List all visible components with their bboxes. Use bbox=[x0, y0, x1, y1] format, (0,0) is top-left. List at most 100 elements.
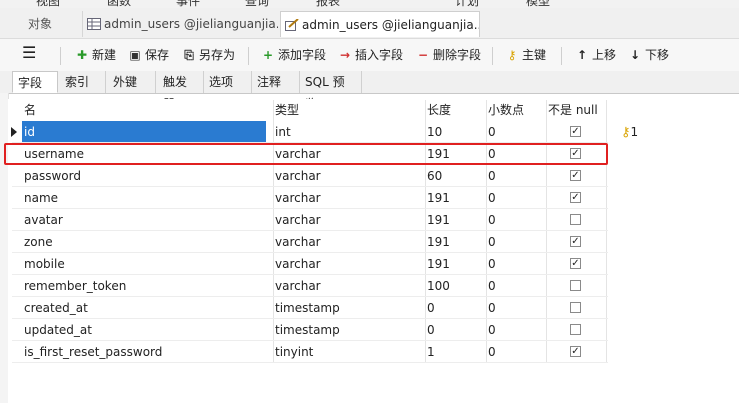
not-null-checkbox[interactable]: ✓ bbox=[570, 192, 581, 203]
menu-functions[interactable]: 函数 bbox=[107, 0, 131, 8]
field-length-cell[interactable]: 1 bbox=[427, 341, 435, 363]
field-length-cell[interactable]: 0 bbox=[427, 319, 435, 341]
table-row[interactable]: avatar varchar 191 0 bbox=[12, 209, 608, 231]
not-null-checkbox[interactable] bbox=[570, 280, 581, 291]
move-down-button[interactable]: ↓ 下移 bbox=[627, 46, 669, 64]
field-decimal-cell[interactable]: 0 bbox=[488, 275, 496, 297]
move-up-button[interactable]: ↑ 上移 bbox=[574, 46, 616, 64]
field-name-cell[interactable]: created_at bbox=[24, 297, 88, 319]
table-row[interactable]: password varchar 60 0 ✓ bbox=[12, 165, 608, 187]
save-as-icon: ⎘ bbox=[184, 48, 194, 62]
field-decimal-cell[interactable]: 0 bbox=[488, 341, 496, 363]
new-button[interactable]: ✚ 新建 bbox=[74, 46, 116, 64]
table-row[interactable]: mobile varchar 191 0 ✓ bbox=[12, 253, 608, 275]
not-null-checkbox[interactable] bbox=[570, 324, 581, 335]
field-decimal-cell[interactable]: 0 bbox=[488, 187, 496, 209]
tab-objects[interactable]: 对象 bbox=[0, 11, 80, 37]
save-button[interactable]: ▣ 保存 bbox=[127, 46, 169, 64]
table-row[interactable]: name varchar 191 0 ✓ bbox=[12, 187, 608, 209]
field-name-cell[interactable]: id bbox=[22, 121, 266, 143]
plus-icon: ✚ bbox=[76, 48, 88, 62]
table-row[interactable]: created_at timestamp 0 0 bbox=[12, 297, 608, 319]
field-type-cell[interactable]: varchar bbox=[275, 253, 321, 275]
column-header-type[interactable]: 类型 bbox=[275, 100, 299, 121]
field-type-cell[interactable]: varchar bbox=[275, 209, 321, 231]
table-row[interactable]: is_first_reset_password tinyint 1 0 ✓ bbox=[12, 341, 608, 363]
table-row[interactable]: id int 10 0 ✓ bbox=[12, 121, 608, 143]
field-name-cell[interactable]: updated_at bbox=[24, 319, 92, 341]
field-length-cell[interactable]: 60 bbox=[427, 165, 442, 187]
primary-key-button[interactable]: ⚷ 主键 bbox=[504, 46, 546, 64]
menu-queries[interactable]: 查询 bbox=[245, 0, 269, 8]
field-type-cell[interactable]: varchar bbox=[275, 187, 321, 209]
not-null-checkbox[interactable] bbox=[570, 214, 581, 225]
field-decimal-cell[interactable]: 0 bbox=[488, 231, 496, 253]
field-type-cell[interactable]: tinyint bbox=[275, 341, 313, 363]
field-name-cell[interactable]: mobile bbox=[24, 253, 65, 275]
field-name-cell[interactable]: name bbox=[24, 187, 58, 209]
tab-sql-preview[interactable]: SQL 预览 bbox=[300, 71, 362, 111]
field-name-cell[interactable]: password bbox=[24, 165, 81, 187]
field-length-cell[interactable]: 10 bbox=[427, 121, 442, 143]
field-name-cell[interactable]: remember_token bbox=[24, 275, 126, 297]
key-icon: ⚷ bbox=[621, 125, 631, 140]
add-field-button[interactable]: + 添加字段 bbox=[260, 46, 326, 64]
field-decimal-cell[interactable]: 0 bbox=[488, 253, 496, 275]
column-header-not-null[interactable]: 不是 null bbox=[548, 100, 598, 121]
field-length-cell[interactable]: 191 bbox=[427, 209, 450, 231]
toolbar-separator bbox=[60, 47, 61, 65]
delete-field-button[interactable]: − 删除字段 bbox=[415, 46, 481, 64]
field-decimal-cell[interactable]: 0 bbox=[488, 209, 496, 231]
arrow-down-icon: ↓ bbox=[629, 48, 641, 62]
field-decimal-cell[interactable]: 0 bbox=[488, 319, 496, 341]
field-length-cell[interactable]: 191 bbox=[427, 187, 450, 209]
tab-table-design[interactable]: admin_users @jielianguanjia... bbox=[280, 11, 480, 37]
menu-reports[interactable]: 报表 bbox=[316, 0, 340, 8]
column-header-length[interactable]: 长度 bbox=[427, 100, 451, 121]
field-type-cell[interactable]: int bbox=[275, 121, 291, 143]
not-null-checkbox[interactable]: ✓ bbox=[570, 346, 581, 357]
toolbar-separator bbox=[492, 47, 493, 65]
not-null-checkbox[interactable] bbox=[570, 302, 581, 313]
field-decimal-cell[interactable]: 0 bbox=[488, 297, 496, 319]
field-length-cell[interactable]: 0 bbox=[427, 297, 435, 319]
tab-options[interactable]: 选项 bbox=[204, 71, 252, 93]
tab-fields[interactable]: 字段 bbox=[12, 71, 58, 93]
tab-comments[interactable]: 注释 bbox=[252, 71, 300, 93]
tab-triggers[interactable]: 触发器 bbox=[158, 71, 204, 111]
field-type-cell[interactable]: varchar bbox=[275, 275, 321, 297]
primary-key-label: 主键 bbox=[522, 48, 547, 62]
field-length-cell[interactable]: 100 bbox=[427, 275, 450, 297]
tab-table-data[interactable]: admin_users @jielianguanjia... bbox=[82, 11, 278, 37]
tab-indexes[interactable]: 索引 bbox=[60, 71, 106, 93]
grid-header: 名 类型 长度 小数点 不是 null bbox=[12, 100, 608, 121]
field-name-cell[interactable]: avatar bbox=[24, 209, 63, 231]
table-row[interactable]: updated_at timestamp 0 0 bbox=[12, 319, 608, 341]
column-header-name[interactable]: 名 bbox=[24, 100, 36, 121]
field-type-cell[interactable]: timestamp bbox=[275, 297, 340, 319]
menu-events[interactable]: 事件 bbox=[176, 0, 200, 8]
field-decimal-cell[interactable]: 0 bbox=[488, 121, 496, 143]
tab-foreign-keys[interactable]: 外键 bbox=[108, 71, 156, 93]
not-null-checkbox[interactable]: ✓ bbox=[570, 236, 581, 247]
not-null-checkbox[interactable]: ✓ bbox=[570, 170, 581, 181]
menu-schedule[interactable]: 计划 bbox=[455, 0, 479, 8]
field-type-cell[interactable]: timestamp bbox=[275, 319, 340, 341]
field-type-cell[interactable]: varchar bbox=[275, 165, 321, 187]
field-length-cell[interactable]: 191 bbox=[427, 231, 450, 253]
menu-icon[interactable]: ☰ bbox=[22, 44, 36, 62]
field-decimal-cell[interactable]: 0 bbox=[488, 165, 496, 187]
menu-view[interactable]: 视图 bbox=[36, 0, 60, 8]
table-row[interactable]: zone varchar 191 0 ✓ bbox=[12, 231, 608, 253]
not-null-checkbox[interactable]: ✓ bbox=[570, 126, 581, 137]
field-name-cell[interactable]: is_first_reset_password bbox=[24, 341, 162, 363]
column-header-decimal[interactable]: 小数点 bbox=[488, 100, 524, 121]
menu-model[interactable]: 模型 bbox=[526, 0, 550, 8]
save-as-button[interactable]: ⎘ 另存为 bbox=[181, 46, 235, 64]
field-length-cell[interactable]: 191 bbox=[427, 253, 450, 275]
field-name-cell[interactable]: zone bbox=[24, 231, 53, 253]
not-null-checkbox[interactable]: ✓ bbox=[570, 258, 581, 269]
table-row[interactable]: remember_token varchar 100 0 bbox=[12, 275, 608, 297]
insert-field-button[interactable]: → 插入字段 bbox=[337, 46, 403, 64]
field-type-cell[interactable]: varchar bbox=[275, 231, 321, 253]
